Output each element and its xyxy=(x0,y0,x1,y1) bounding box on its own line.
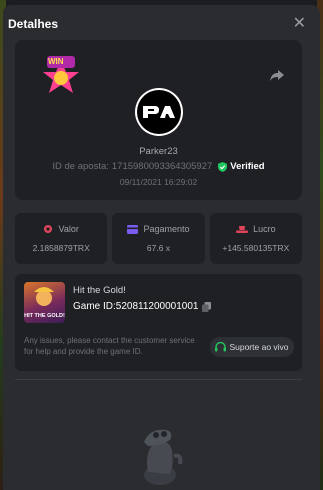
username: Parker23 xyxy=(139,146,178,157)
stat-value: 67.6 x xyxy=(146,243,171,253)
game-thumbnail[interactable]: HIT THE GOLD! xyxy=(24,282,65,323)
game-id-label: Game ID: xyxy=(73,301,116,312)
win-logo-text: WIN xyxy=(48,57,64,66)
share-icon[interactable] xyxy=(270,70,284,82)
game-id-row: Game ID: 5208112000010​01 xyxy=(73,301,212,312)
divider xyxy=(15,379,302,380)
stat-label: Pagamento xyxy=(143,224,190,234)
modal-title: Detalhes xyxy=(8,17,59,31)
shield-check-icon xyxy=(218,161,228,172)
stat-value: 2.1858879TRX xyxy=(32,243,90,253)
crocodile-mascot-icon xyxy=(144,429,183,485)
game-card: HIT THE GOLD! Hit the Gold! Game ID: 5208… xyxy=(15,274,302,371)
live-support-label: Suporte ao vivo xyxy=(229,342,289,352)
stats-row: Valor 2.1858879TRX Pagamento 67.6 x Lucr… xyxy=(15,213,302,264)
avatar-logo-icon xyxy=(143,106,175,118)
game-thumbnail-text: HIT THE GOLD! xyxy=(24,313,65,319)
bet-datetime: 09/11/2021 16:29:02 xyxy=(119,177,198,187)
hat-icon xyxy=(236,225,249,233)
bet-id-value: 1715980093364305927 xyxy=(111,161,213,172)
avatar xyxy=(135,88,183,136)
support-note: Any issues, please contact the customer … xyxy=(24,336,195,356)
close-icon[interactable]: ✕ xyxy=(293,16,306,32)
verified-badge: Verified xyxy=(218,161,265,172)
headset-icon xyxy=(215,342,227,352)
modal-header: Detalhes ✕ xyxy=(3,5,320,43)
stat-valor: Valor 2.1858879TRX xyxy=(15,213,108,264)
stat-pagamento: Pagamento 67.6 x xyxy=(112,213,205,264)
game-id-value: 5208112000010​01 xyxy=(115,301,199,312)
card-icon xyxy=(127,224,139,234)
bet-id-row: ID de aposta: 1715980093364305927 Verifi… xyxy=(15,161,302,172)
bet-id-label: ID de aposta: xyxy=(52,161,109,172)
stat-label: Valor xyxy=(58,224,79,234)
stat-value: +145.580135TRX xyxy=(222,243,290,253)
game-name: Hit the Gold! xyxy=(73,285,126,296)
copy-icon[interactable] xyxy=(202,301,212,312)
coins-icon xyxy=(44,225,53,233)
stat-lucro: Lucro +145.580135TRX xyxy=(209,213,302,264)
verified-label: Verified xyxy=(230,161,265,172)
miner-icon xyxy=(34,287,54,306)
live-support-button[interactable]: Suporte ao vivo xyxy=(210,337,294,357)
bet-card: WIN Parker23 ID de aposta: 1715980093364… xyxy=(15,40,302,200)
stat-label: Lucro xyxy=(253,224,276,234)
